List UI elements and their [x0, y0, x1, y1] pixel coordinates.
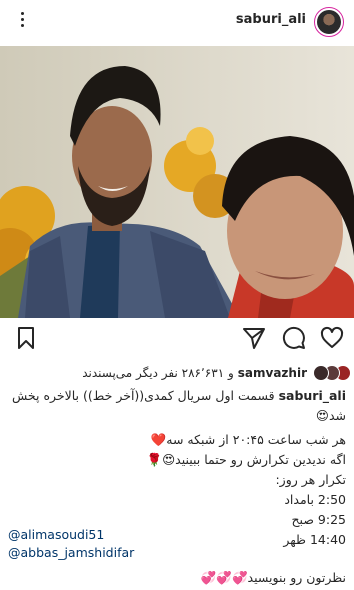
caption-line: شد😍 — [315, 408, 346, 423]
post-author-username[interactable]: saburi_ali — [236, 12, 306, 27]
caption-line: اگه ندیدین تکرارش رو حتما ببینید😍🌹 — [146, 452, 346, 467]
liked-by-username[interactable]: samvazhir — [238, 366, 307, 380]
liker-avatars — [313, 365, 351, 381]
post-header: saburi_ali — [0, 0, 354, 44]
caption-comment-prompt: نظرتون رو بنویسید💞💞💞 — [200, 570, 346, 585]
post-photo-illustration — [0, 46, 354, 318]
post-actions — [0, 322, 354, 356]
heart-icon[interactable] — [320, 326, 344, 350]
liker-avatar — [313, 365, 329, 381]
more-vertical-icon[interactable] — [14, 9, 30, 33]
mention-link[interactable]: @alimasoudi51 — [8, 526, 134, 544]
caption-line: تکرار هر روز: — [275, 472, 346, 487]
caption-line: قسمت اول سریال کمدی((آخر خط)) بالاخره پخ… — [11, 388, 275, 403]
share-icon[interactable] — [242, 326, 266, 350]
caption-line: 2:50 بامداد — [284, 492, 346, 507]
mention-link[interactable]: @abbas_jamshidifar — [8, 544, 134, 562]
caption-line: هر شب ساعت ۲۰:۴۵ از شبکه سه❤️ — [150, 432, 346, 447]
likes-count-text: و ۲۸۶٬۶۳۱ نفر دیگر می‌پسندند — [82, 366, 234, 380]
bookmark-icon[interactable] — [14, 326, 38, 350]
comment-icon[interactable] — [282, 326, 306, 350]
likes-summary[interactable]: samvazhir و ۲۸۶٬۶۳۱ نفر دیگر می‌پسندند — [8, 362, 351, 384]
caption-author[interactable]: saburi_ali — [279, 388, 346, 403]
caption-mentions: @alimasoudi51 @abbas_jamshidifar — [8, 526, 134, 562]
post-photo[interactable] — [0, 46, 354, 318]
profile-avatar[interactable] — [314, 7, 344, 37]
